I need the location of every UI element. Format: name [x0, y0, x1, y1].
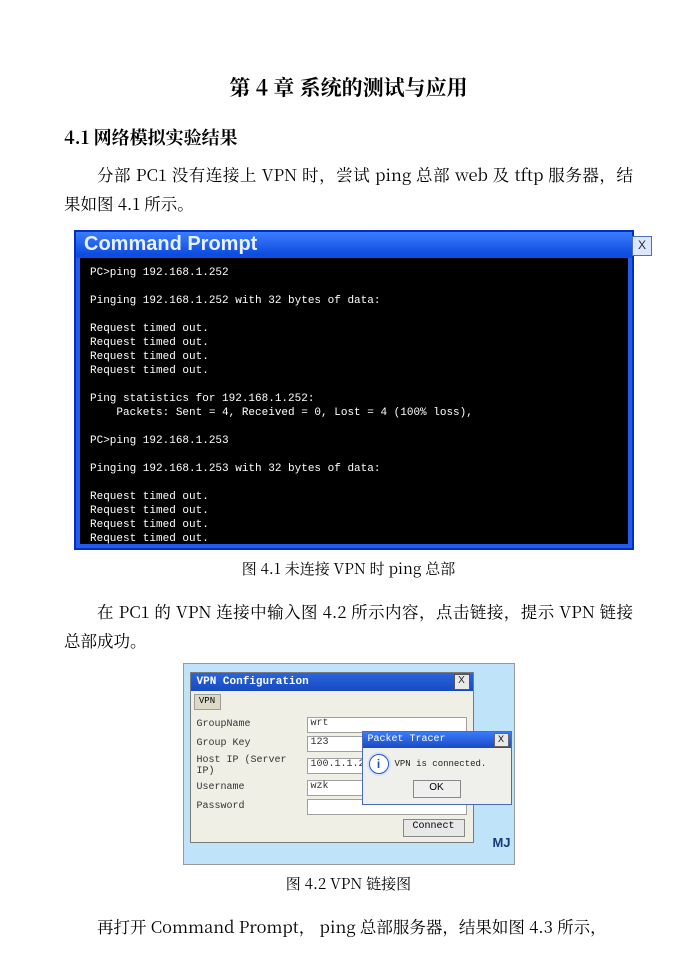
command-prompt-output: PC>ping 192.168.1.252 Pinging 192.168.1.… — [80, 258, 628, 544]
vpn-title-text: VPN Configuration — [197, 676, 309, 688]
groupkey-label: Group Key — [197, 738, 307, 749]
username-label: Username — [197, 782, 307, 793]
para-3: 再打开 Command Prompt， ping 总部服务器，结果如图 4.3 … — [64, 912, 633, 941]
vpn-titlebar: VPN Configuration X — [191, 673, 473, 691]
para-2: 在 PC1 的 VPN 连接中输入图 4.2 所示内容，点击链接，提示 VPN … — [64, 597, 633, 655]
packet-tracer-dialog: Packet Tracer X i VPN is connected. OK — [362, 731, 512, 805]
chapter-title: 第 4 章 系统的测试与应用 — [64, 72, 633, 102]
close-icon[interactable]: X — [632, 236, 652, 256]
para-1: 分部 PC1 没有连接上 VPN 时，尝试 ping 总部 web 及 tftp… — [64, 160, 633, 218]
packet-tracer-title: Packet Tracer — [363, 734, 446, 745]
hostip-label: Host IP (Server IP) — [197, 755, 307, 777]
connect-button[interactable]: Connect — [403, 819, 465, 837]
close-icon[interactable]: X — [494, 733, 509, 747]
command-prompt-titlebar: Command Prompt — [76, 232, 632, 258]
vpn-tab[interactable]: VPN — [194, 694, 221, 710]
figure-4-2: VPN Configuration X VPN GroupName wrt Gr… — [183, 663, 515, 865]
section-4-1-title: 4.1 网络模拟实验结果 — [64, 124, 633, 150]
command-prompt-window: X Command Prompt PC>ping 192.168.1.252 P… — [74, 230, 634, 550]
ok-button[interactable]: OK — [413, 780, 461, 798]
password-label: Password — [197, 801, 307, 812]
watermark-mj: MJ — [492, 835, 510, 850]
figure-4-2-caption: 图 4.2 VPN 链接图 — [64, 873, 633, 894]
command-prompt-title-text: Command Prompt — [84, 233, 257, 256]
groupname-label: GroupName — [197, 719, 307, 730]
close-icon[interactable]: X — [454, 674, 470, 690]
figure-4-1-caption: 图 4.1 未连接 VPN 时 ping 总部 — [64, 558, 633, 579]
vpn-connected-message: VPN is connected. — [395, 759, 487, 769]
info-icon: i — [369, 754, 389, 774]
